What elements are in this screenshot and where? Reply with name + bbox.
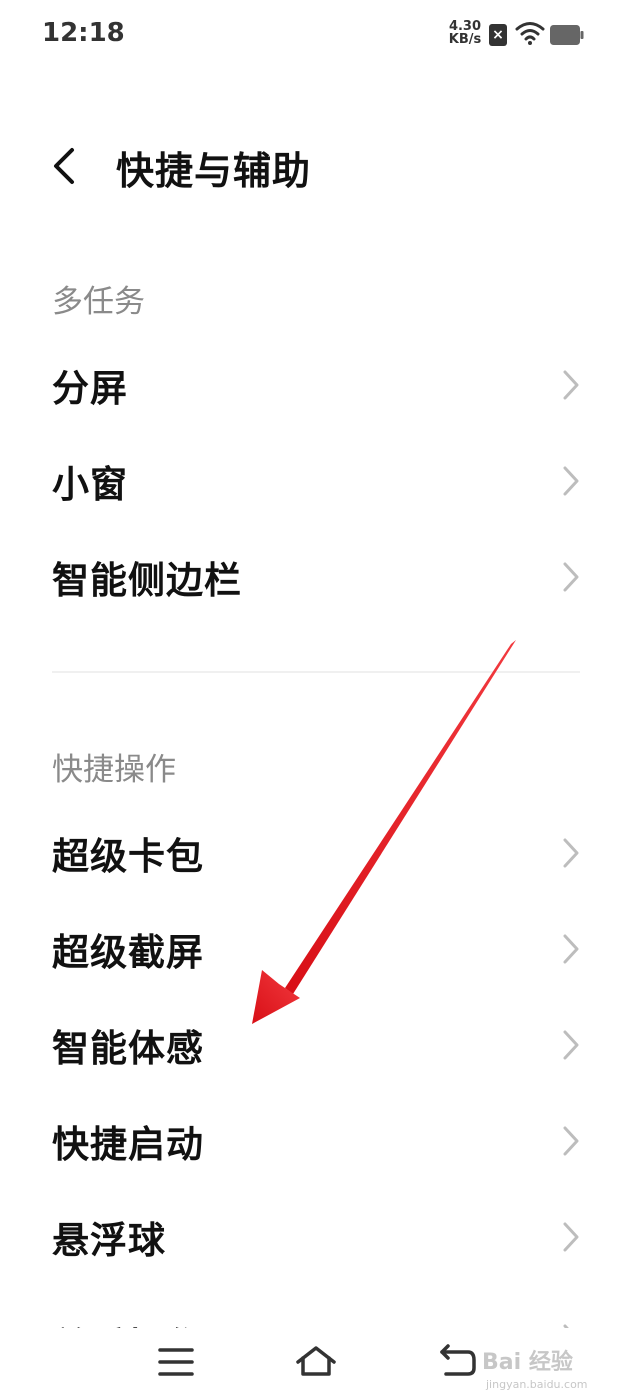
list-item-label: 超级卡包 <box>52 835 204 878</box>
status-bar: 12:18 4.30 KB/s × <box>0 0 630 70</box>
chevron-right-icon <box>563 934 579 964</box>
section-label-shortcuts: 快捷操作 <box>52 752 176 788</box>
chevron-right-icon <box>563 370 579 400</box>
back-icon[interactable] <box>432 1338 480 1386</box>
list-item-split-screen[interactable]: 分屏 <box>0 336 630 432</box>
chevron-right-icon <box>563 1126 579 1156</box>
watermark-site: jingyan.baidu.com <box>486 1378 588 1391</box>
chevron-right-icon <box>563 562 579 592</box>
network-speed-unit: KB/s <box>448 32 482 47</box>
home-icon[interactable] <box>292 1338 340 1386</box>
watermark: Bai 经验 jingyan.baidu.com <box>478 1340 618 1396</box>
list-item-label: 小窗 <box>52 463 128 506</box>
watermark-brand: Bai 经验 <box>482 1350 573 1375</box>
menu-icon[interactable] <box>152 1338 200 1386</box>
list-item-small-window[interactable]: 小窗 <box>0 432 630 528</box>
chevron-right-icon <box>563 466 579 496</box>
list-item-smart-sidebar[interactable]: 智能侧边栏 <box>0 528 630 624</box>
section-divider <box>52 671 580 673</box>
wifi-icon <box>515 22 545 45</box>
list-item-label: 分屏 <box>52 367 128 410</box>
list-item-label: 单手操作 <box>52 1316 204 1328</box>
battery-icon <box>550 25 584 45</box>
list-item-super-screenshot[interactable]: 超级截屏 <box>0 900 630 996</box>
page-title: 快捷与辅助 <box>116 149 312 193</box>
chevron-right-icon <box>563 1030 579 1060</box>
network-speed: 4.30 KB/s <box>447 20 483 46</box>
list-item-label: 智能体感 <box>52 1027 204 1070</box>
list-item-floating-ball[interactable]: 悬浮球 <box>0 1188 630 1284</box>
chevron-right-icon <box>563 838 579 868</box>
chevron-left-icon[interactable] <box>48 146 84 186</box>
section-label-multitask: 多任务 <box>52 284 145 320</box>
list-item-label: 智能侧边栏 <box>52 559 242 602</box>
list-item-one-handed[interactable]: 单手操作 <box>0 1300 630 1328</box>
status-time: 12:18 <box>42 18 125 48</box>
list-item-super-card[interactable]: 超级卡包 <box>0 804 630 900</box>
list-item-label: 快捷启动 <box>52 1123 204 1166</box>
no-sim-icon: × <box>489 24 507 46</box>
list-item-label: 悬浮球 <box>52 1219 166 1262</box>
list-item-label: 超级截屏 <box>52 931 204 974</box>
list-item-smart-motion[interactable]: 智能体感 <box>0 996 630 1092</box>
chevron-right-icon <box>563 1222 579 1252</box>
list-item-quick-launch[interactable]: 快捷启动 <box>0 1092 630 1188</box>
